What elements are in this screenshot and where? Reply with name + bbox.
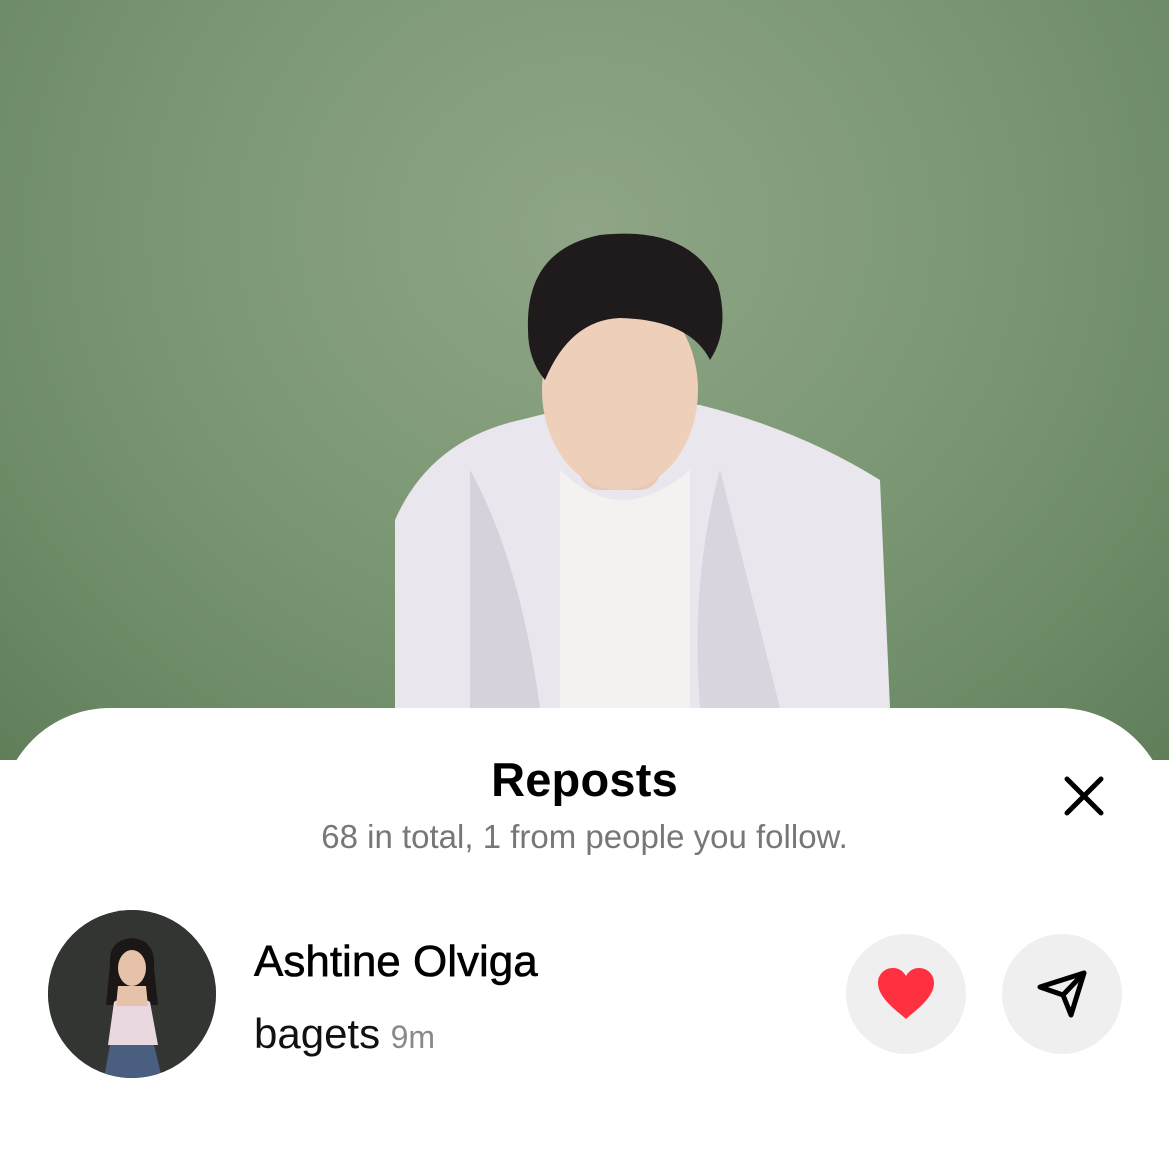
reposts-screen: Reposts 68 in total, 1 from people you f… xyxy=(0,0,1169,1169)
sheet-subtitle: 68 in total, 1 from people you follow. xyxy=(321,818,848,855)
comment-text: bagets xyxy=(254,1010,381,1057)
share-button[interactable] xyxy=(1002,934,1122,1054)
reposts-sheet: Reposts 68 in total, 1 from people you f… xyxy=(0,708,1169,1169)
heart-icon xyxy=(878,968,934,1019)
avatar-image xyxy=(48,910,216,1078)
close-icon xyxy=(1064,776,1104,816)
close-button[interactable] xyxy=(1058,770,1110,822)
background-photo xyxy=(0,0,1169,760)
sheet-title: Reposts xyxy=(491,753,678,806)
comment-line: bagets 9m xyxy=(254,1010,435,1058)
avatar[interactable] xyxy=(48,910,216,1078)
like-button[interactable] xyxy=(846,934,966,1054)
timestamp: 9m xyxy=(390,1019,436,1055)
send-icon xyxy=(1037,970,1087,1018)
user-name[interactable]: Ashtine Olviga xyxy=(254,937,538,987)
person-photo xyxy=(395,233,890,708)
